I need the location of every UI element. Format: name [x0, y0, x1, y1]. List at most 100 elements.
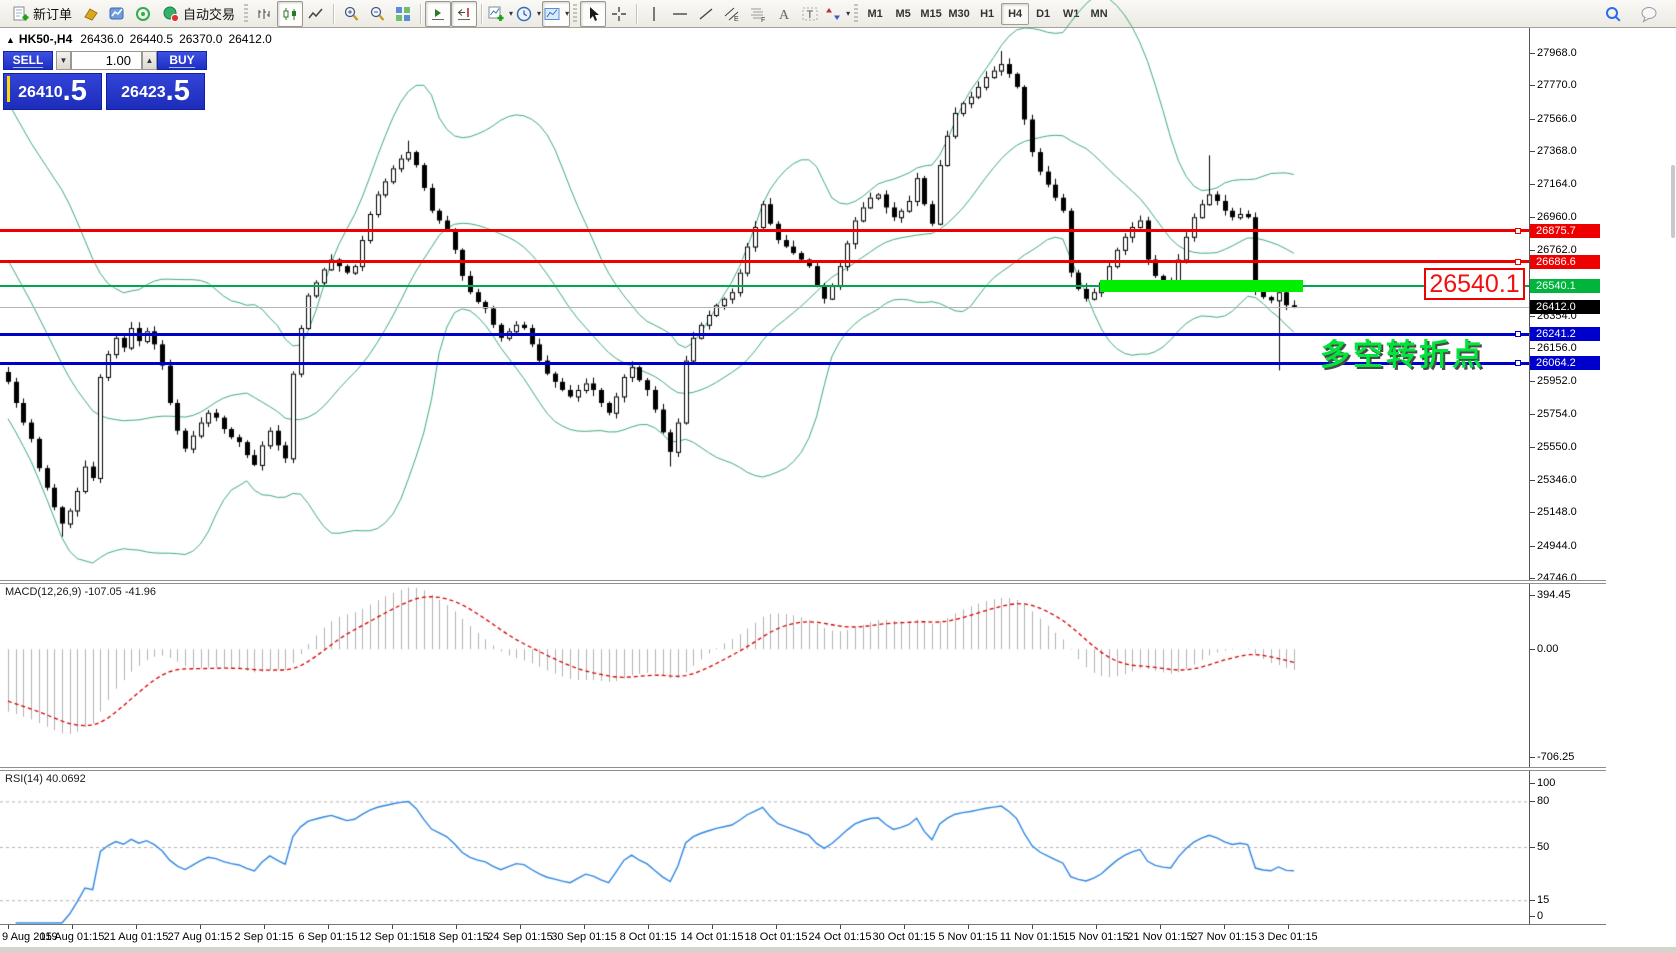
volume-increase-button[interactable]: ▲	[142, 51, 157, 70]
time-axis-tick-mark	[1224, 925, 1225, 929]
price-axis-tick: 27566.0	[1537, 112, 1577, 126]
open-value: 26436.0	[80, 32, 123, 46]
time-axis-tick-mark	[328, 925, 329, 929]
volume-decrease-button[interactable]: ▼	[56, 51, 71, 70]
line-handle[interactable]	[1515, 259, 1521, 265]
time-axis-tick-mark	[904, 925, 905, 929]
time-axis-tick[interactable]: 2 Sep 01:15	[234, 931, 293, 943]
time-axis-line	[0, 924, 1606, 925]
buy-price-main: 26423	[121, 80, 166, 106]
macd-axis-tick: -706.25	[1537, 750, 1574, 764]
time-axis-tick[interactable]: 11 Nov 01:15	[1000, 931, 1065, 943]
rsi-axis-tick: 0	[1537, 909, 1543, 923]
rsi-panel-splitter[interactable]	[0, 767, 1606, 771]
price-axis-tick: 27968.0	[1537, 46, 1577, 60]
macd-indicator-label: MACD(12,26,9) -107.05 -41.96	[5, 586, 156, 598]
time-axis-tick[interactable]: 18 Sep 01:15	[423, 931, 488, 943]
time-axis-tick[interactable]: 24 Sep 01:15	[487, 931, 552, 943]
price-axis-tick: 27368.0	[1537, 144, 1577, 158]
time-axis-tick-mark	[1032, 925, 1033, 929]
rsi-axis-tick: 15	[1537, 893, 1549, 907]
price-axis-tick: 25148.0	[1537, 505, 1577, 519]
sell-button[interactable]: SELL	[3, 51, 53, 70]
time-axis-tick-mark	[72, 925, 73, 929]
time-axis-tick[interactable]: 12 Sep 01:15	[359, 931, 424, 943]
scrollbar-thumb[interactable]	[1671, 165, 1675, 238]
price-axis-tick: 27164.0	[1537, 177, 1577, 191]
high-value: 26440.5	[130, 32, 173, 46]
time-axis-tick-mark	[712, 925, 713, 929]
time-axis-tick-mark	[456, 925, 457, 929]
time-axis-tick-mark	[520, 925, 521, 929]
time-axis-tick[interactable]: 27 Nov 01:15	[1191, 931, 1256, 943]
time-axis-tick[interactable]: 18 Oct 01:15	[745, 931, 808, 943]
time-axis-tick-mark	[776, 925, 777, 929]
time-axis-tick[interactable]: 21 Nov 01:15	[1127, 931, 1192, 943]
time-axis-tick-mark	[648, 925, 649, 929]
line-handle[interactable]	[1515, 331, 1521, 337]
price-axis-tick: 25550.0	[1537, 440, 1577, 454]
rsi-indicator-label: RSI(14) 40.0692	[5, 773, 86, 785]
price-axis-tick: 24944.0	[1537, 539, 1577, 553]
text-cursor-caret	[7, 76, 10, 102]
time-axis-tick-mark	[1288, 925, 1289, 929]
horizontal-line-object[interactable]	[0, 333, 1529, 336]
price-axis-tick: 25754.0	[1537, 407, 1577, 421]
time-axis-tick[interactable]: 15 Nov 01:15	[1063, 931, 1128, 943]
time-axis-tick-mark	[264, 925, 265, 929]
time-axis-tick[interactable]: 30 Sep 01:15	[551, 931, 616, 943]
level-price-annotation[interactable]: 26540.1	[1424, 268, 1525, 300]
window-bottom-edge	[0, 947, 1676, 953]
time-axis-tick[interactable]: 30 Oct 01:15	[873, 931, 936, 943]
time-axis-tick[interactable]: 3 Dec 01:15	[1258, 931, 1317, 943]
horizontal-line-object[interactable]	[0, 362, 1529, 365]
time-axis-tick[interactable]: 21 Aug 01:15	[104, 931, 169, 943]
buy-price-frac: .5	[166, 77, 190, 106]
rsi-axis-tick: 80	[1537, 794, 1549, 808]
time-axis-tick-mark	[1096, 925, 1097, 929]
time-axis-tick[interactable]: 14 Oct 01:15	[681, 931, 744, 943]
price-badge: 26540.1	[1530, 279, 1600, 293]
macd-axis-tick: 0.00	[1537, 642, 1558, 656]
price-axis-tick: 26156.0	[1537, 341, 1577, 355]
time-axis-tick-mark	[1160, 925, 1161, 929]
chart-ohlc-header: ▲HK50-,H426436.026440.526370.026412.0	[6, 32, 278, 46]
turning-point-annotation[interactable]: 多空转折点	[1320, 330, 1485, 374]
volume-input[interactable]: 1.00	[71, 51, 142, 70]
time-axis-tick[interactable]: 8 Oct 01:15	[620, 931, 677, 943]
time-axis-tick[interactable]: 5 Nov 01:15	[938, 931, 997, 943]
price-badge: 26064.2	[1530, 356, 1600, 370]
time-axis-tick-mark	[392, 925, 393, 929]
price-badge: 26241.2	[1530, 327, 1600, 341]
horizontal-line-object[interactable]	[0, 229, 1529, 232]
price-badge: 26686.6	[1530, 255, 1600, 269]
sell-price-display[interactable]: 26410.5	[3, 73, 102, 110]
rsi-axis-tick: 100	[1537, 776, 1555, 790]
highlight-bar-object[interactable]	[1100, 280, 1303, 292]
time-axis-tick[interactable]: 24 Oct 01:15	[809, 931, 872, 943]
sell-price-main: 26410	[18, 80, 63, 106]
price-axis-tick: 27770.0	[1537, 78, 1577, 92]
time-axis-tick[interactable]: 15 Aug 01:15	[40, 931, 105, 943]
price-axis-tick: 25346.0	[1537, 473, 1577, 487]
expander-icon[interactable]: ▲	[6, 35, 15, 45]
time-axis-tick-mark	[136, 925, 137, 929]
time-axis-tick-mark	[584, 925, 585, 929]
macd-panel-splitter[interactable]	[0, 580, 1606, 584]
line-handle[interactable]	[1515, 228, 1521, 234]
macd-axis-tick: 394.45	[1537, 588, 1571, 602]
price-badge: 26412.0	[1530, 300, 1600, 314]
buy-price-display[interactable]: 26423.5	[106, 73, 205, 110]
buy-button[interactable]: BUY	[157, 51, 207, 70]
price-axis-tick: 25952.0	[1537, 374, 1577, 388]
symbol-timeframe-label: HK50-,H4	[19, 32, 72, 46]
line-handle[interactable]	[1515, 360, 1521, 366]
time-axis-tick-mark	[8, 925, 9, 929]
sell-price-frac: .5	[63, 77, 87, 106]
time-axis-tick[interactable]: 6 Sep 01:15	[298, 931, 357, 943]
horizontal-line-object[interactable]	[0, 260, 1529, 263]
chart-canvas[interactable]	[0, 0, 1676, 953]
close-value: 26412.0	[228, 32, 271, 46]
price-axis-tick: 26960.0	[1537, 210, 1577, 224]
time-axis-tick[interactable]: 27 Aug 01:15	[168, 931, 233, 943]
